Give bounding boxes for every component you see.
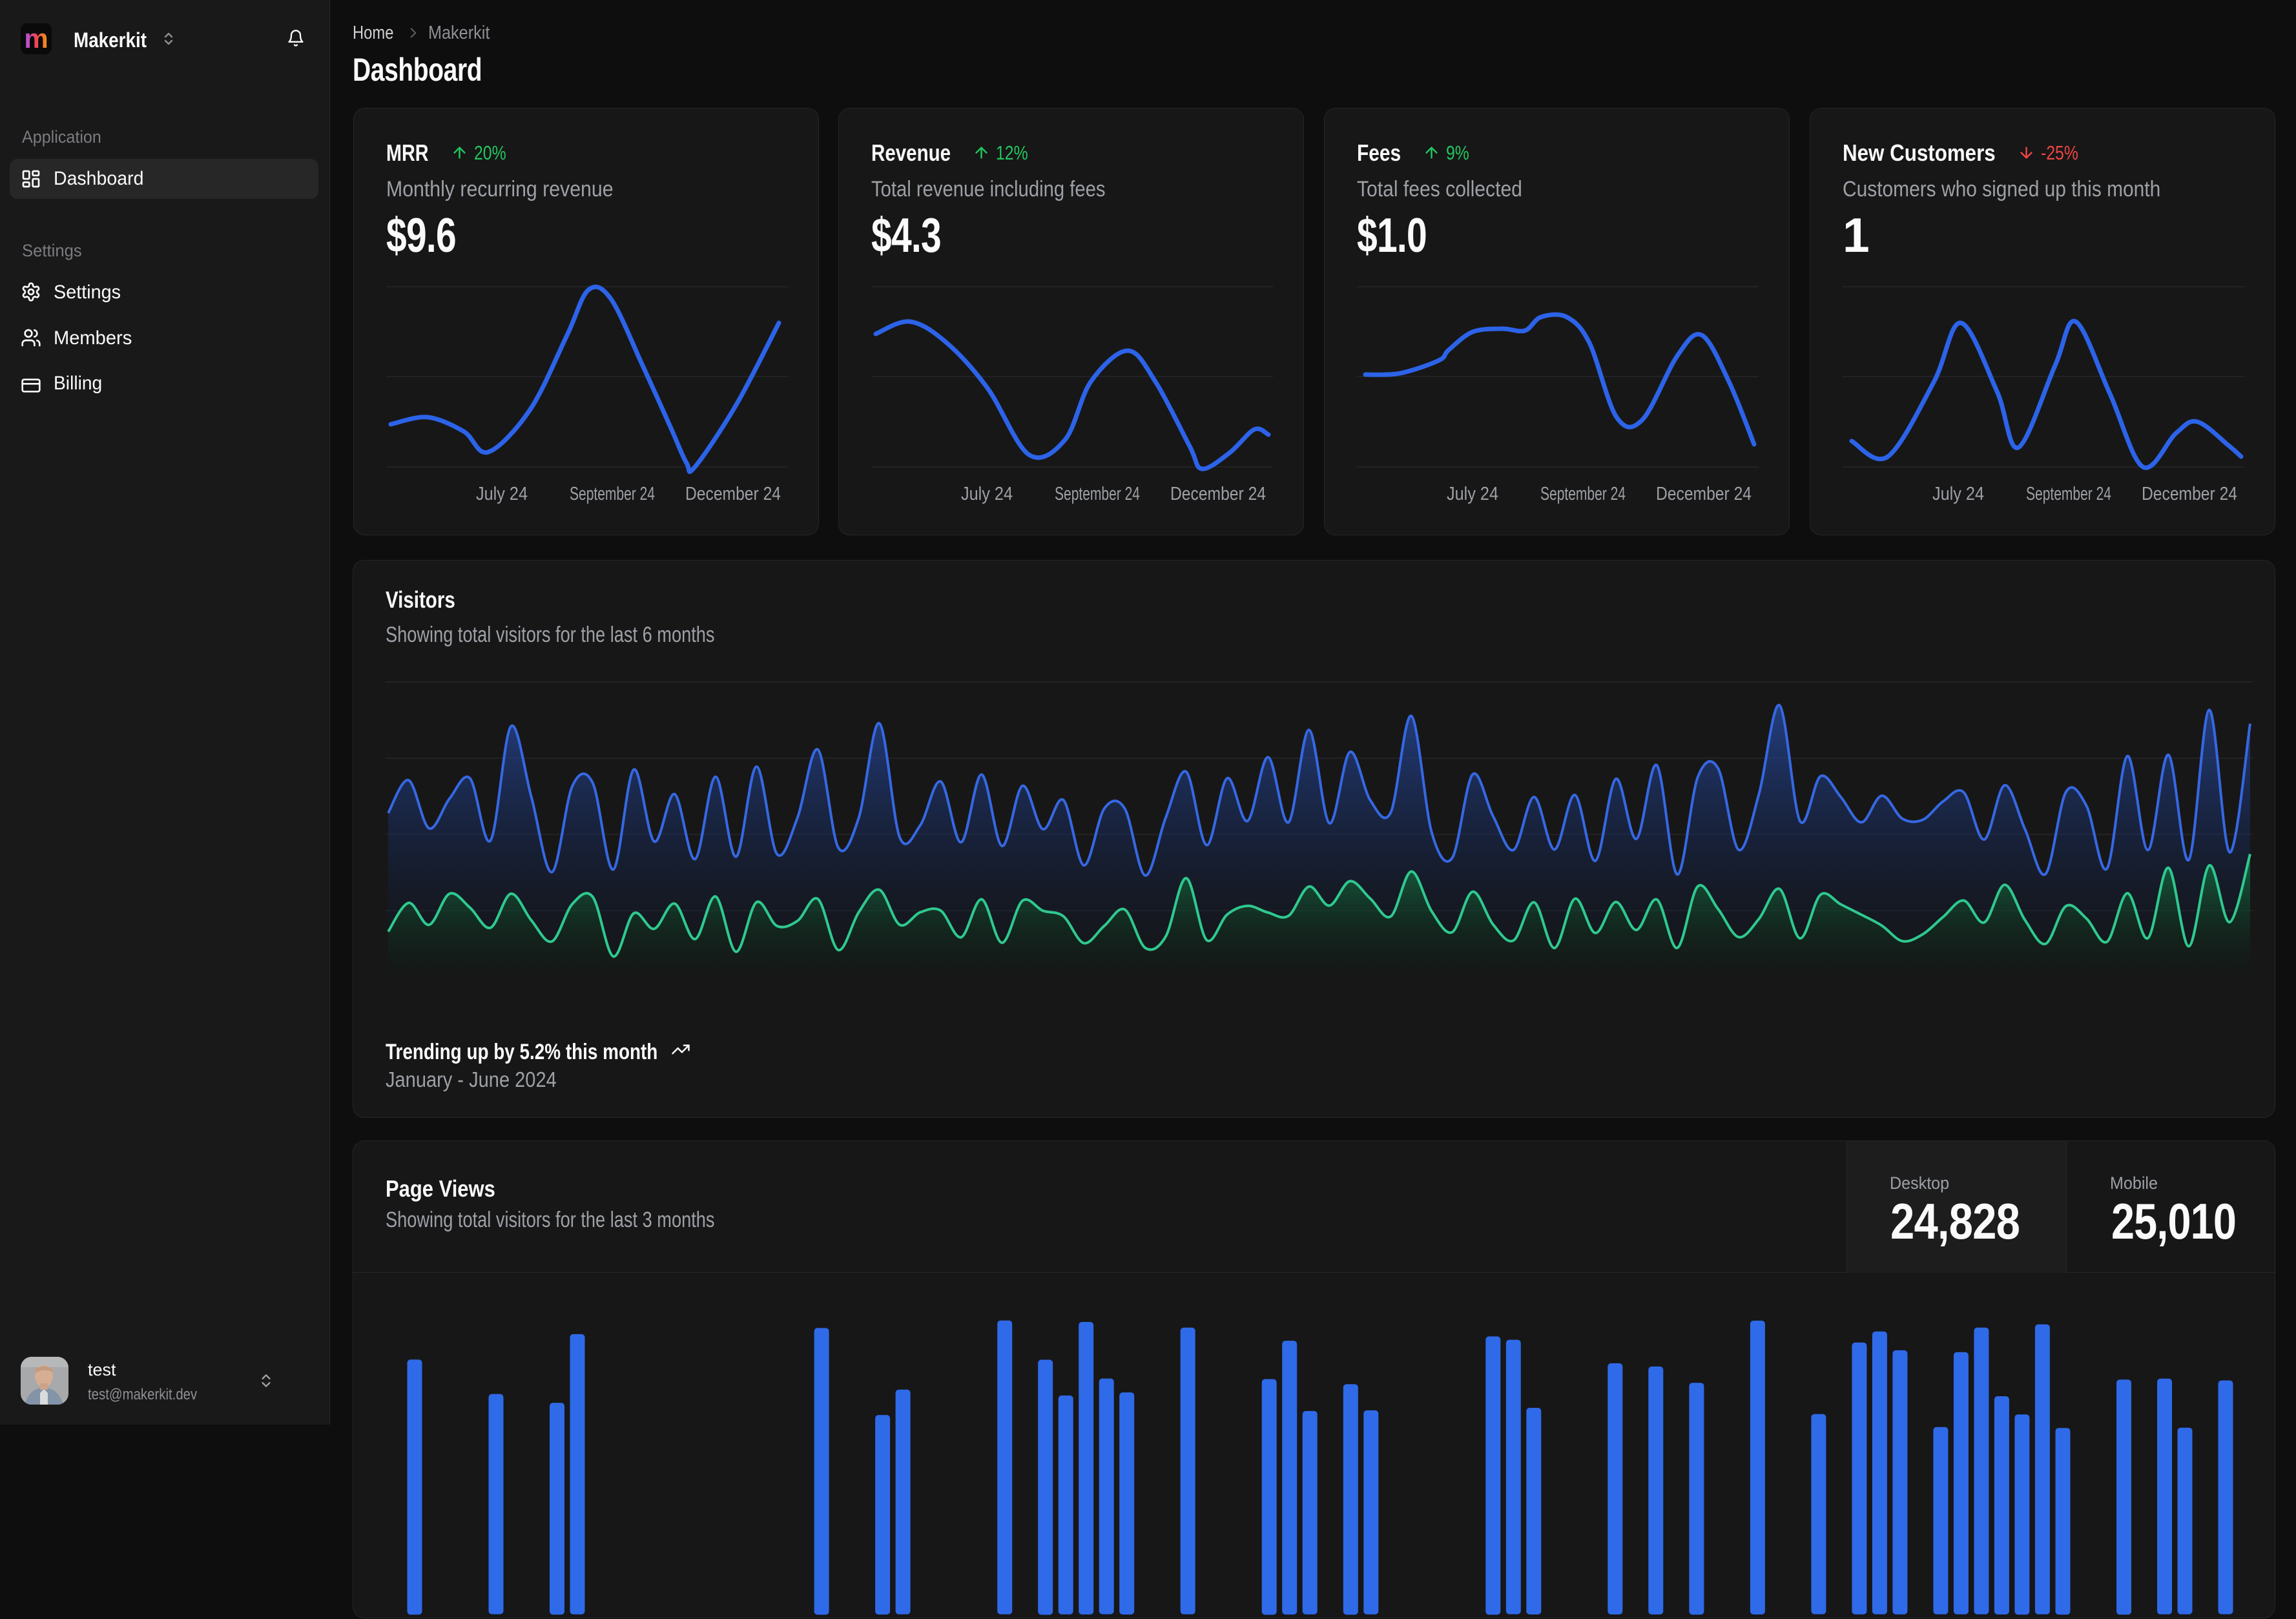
svg-text:December 24: December 24 [1656,484,1752,504]
svg-text:July 24: July 24 [476,484,528,504]
svg-text:December 24: December 24 [1170,484,1266,504]
svg-text:m: m [24,23,48,54]
svg-text:July 24: July 24 [1447,484,1498,504]
svg-text:September 24: September 24 [1055,484,1140,504]
svg-text:December 24: December 24 [685,484,781,504]
svg-text:July 24: July 24 [1932,484,1984,504]
svg-text:September 24: September 24 [570,484,655,504]
svg-text:December 24: December 24 [2142,484,2237,504]
svg-text:September 24: September 24 [2026,484,2111,504]
svg-text:September 24: September 24 [1540,484,1626,504]
svg-text:July 24: July 24 [961,484,1013,504]
